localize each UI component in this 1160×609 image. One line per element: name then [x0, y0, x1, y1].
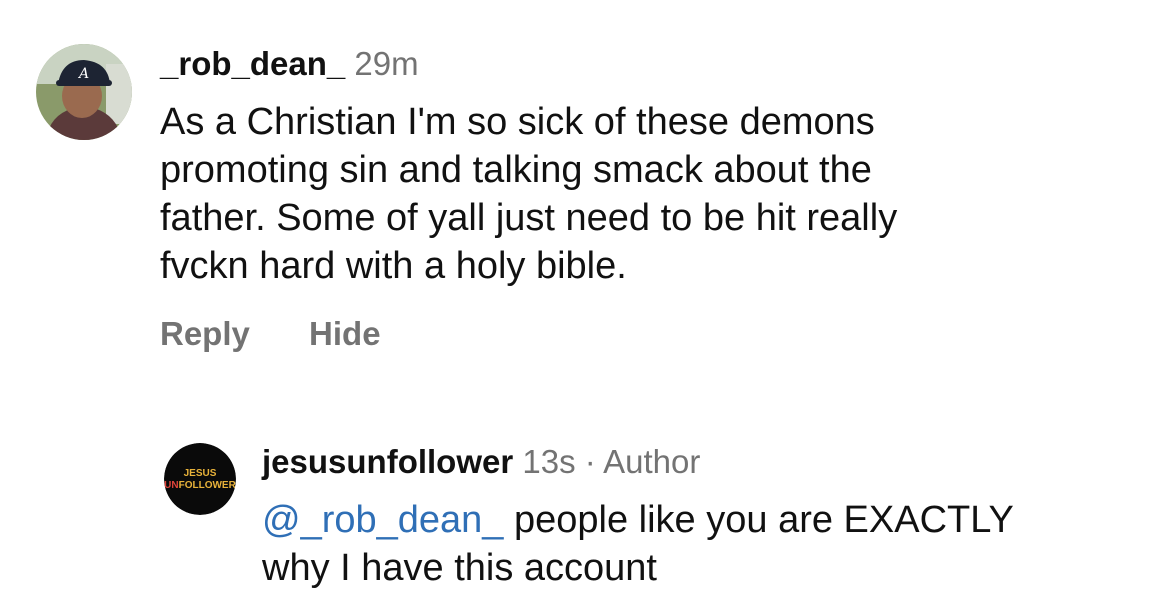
reply-line-1: @_rob_dean_ people like you are EXACTLY	[262, 496, 1142, 544]
timestamp: 29m	[354, 45, 419, 82]
reply-text: @_rob_dean_ people like you are EXACTLY …	[262, 496, 1142, 592]
separator-dot: ·	[584, 443, 596, 480]
reply-button[interactable]: Reply	[160, 315, 250, 352]
avatar-photo: A	[36, 44, 132, 140]
comment-actions: Reply Hide	[160, 314, 381, 354]
cap-logo: A	[77, 66, 89, 82]
logo-text-follower: FOLLOWER	[179, 480, 236, 491]
reply-header: jesusunfollower 13s · Author	[262, 442, 700, 482]
avatar-jesusunfollower[interactable]: JESUS UNFOLLOWER	[164, 443, 236, 515]
reply-text-rest: people like you are EXACTLY	[503, 499, 1014, 541]
jesus-unfollower-logo: JESUS UNFOLLOWER	[164, 443, 236, 515]
author-label: Author	[603, 443, 701, 480]
username-link[interactable]: _rob_dean_	[160, 45, 345, 82]
comment-line: fvckn hard with a holy bible.	[160, 245, 627, 287]
svg-text:UNFOLLOWER: UNFOLLOWER	[164, 480, 236, 491]
comment-header: _rob_dean_ 29m	[160, 44, 419, 84]
comment-line: father. Some of yall just need to be hit…	[160, 197, 898, 239]
comment-line: promoting sin and talking smack about th…	[160, 149, 872, 191]
avatar-rob-dean[interactable]: A	[36, 44, 132, 140]
mention-link[interactable]: @_rob_dean_	[262, 499, 503, 541]
hide-button[interactable]: Hide	[309, 315, 381, 352]
comment-line: As a Christian I'm so sick of these demo…	[160, 101, 875, 143]
reply-line-2: why I have this account	[262, 547, 657, 589]
timestamp: 13s	[522, 443, 576, 480]
logo-text-jesus: JESUS	[184, 468, 217, 479]
logo-text-un: UN	[164, 480, 178, 491]
comment-text: As a Christian I'm so sick of these demo…	[160, 98, 1060, 290]
username-link[interactable]: jesusunfollower	[262, 443, 513, 480]
